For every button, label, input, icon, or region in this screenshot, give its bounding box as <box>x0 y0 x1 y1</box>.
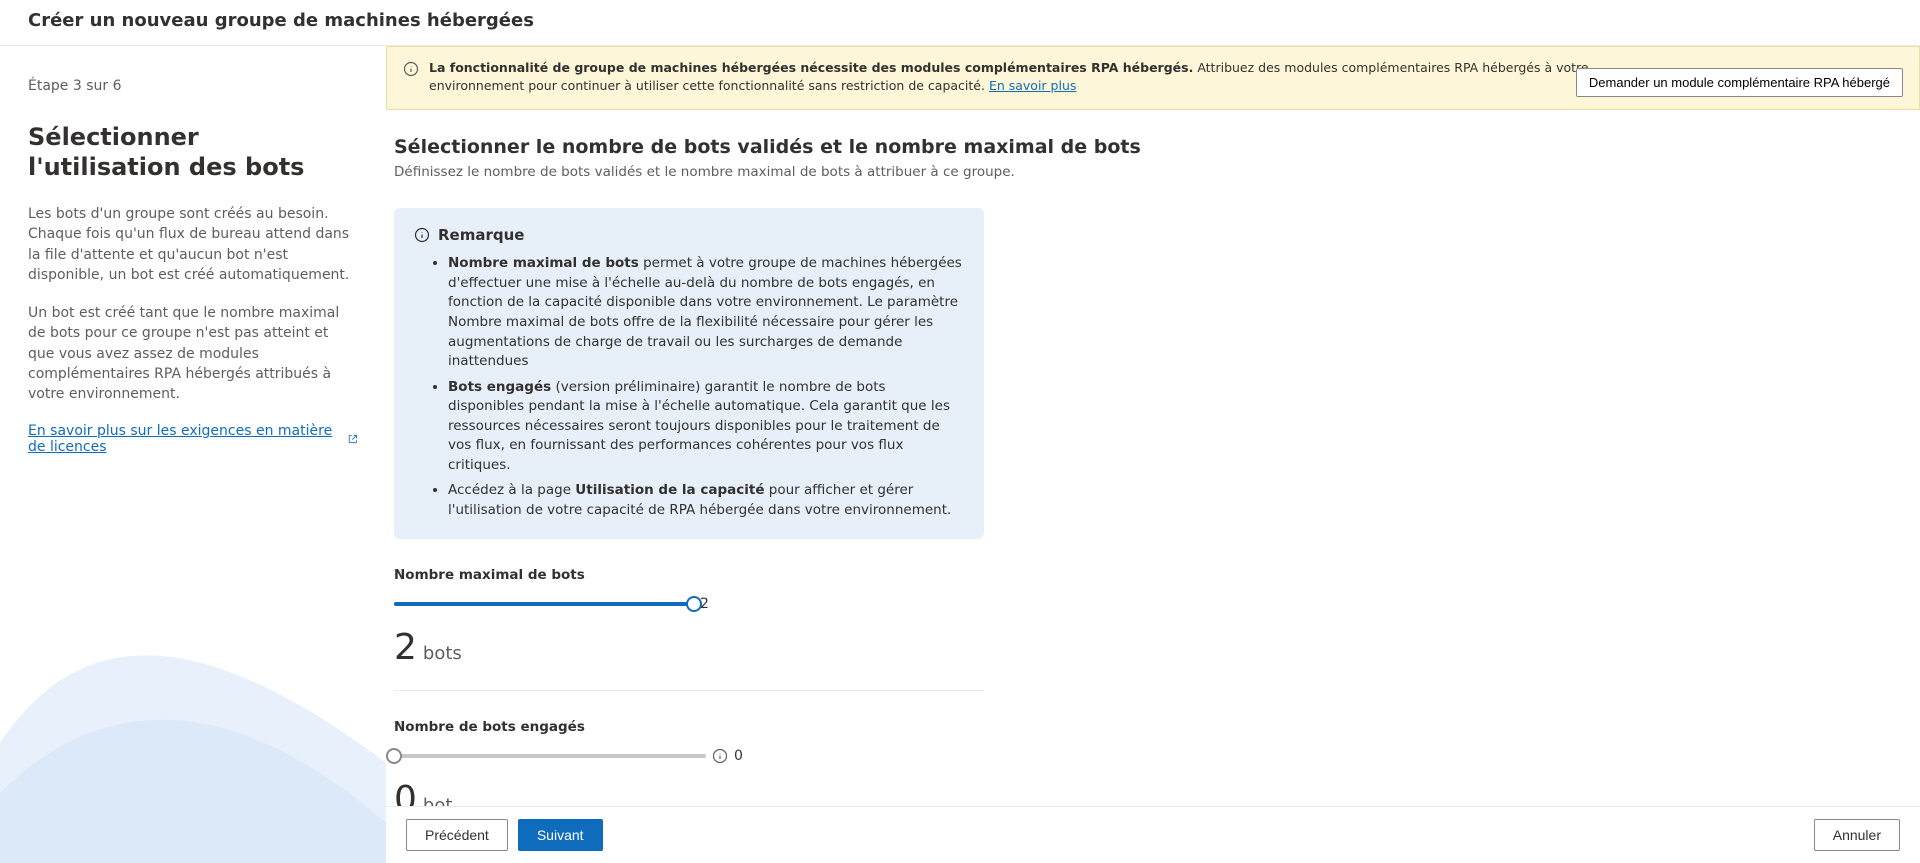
engaged-bots-label: Nombre de bots engagés <box>394 719 984 735</box>
field-max-bots: Nombre maximal de bots 2 2bots <box>394 567 984 668</box>
max-bots-slider[interactable] <box>394 595 694 613</box>
step-indicator: Étape 3 sur 6 <box>28 78 358 94</box>
separator <box>394 690 984 691</box>
info-icon <box>414 227 430 243</box>
max-bots-display: 2bots <box>394 627 984 668</box>
engaged-bots-slider[interactable] <box>394 747 706 765</box>
note-item-3: Accédez à la page Utilisation de la capa… <box>448 481 964 520</box>
warning-banner: La fonctionnalité de groupe de machines … <box>386 46 1920 110</box>
main-pane: La fonctionnalité de groupe de machines … <box>386 46 1920 863</box>
info-icon[interactable] <box>712 748 728 764</box>
sidebar: Étape 3 sur 6 Sélectionner l'utilisation… <box>0 46 386 863</box>
decorative-wave <box>0 563 386 863</box>
section-sub: Définissez le nombre de bots validés et … <box>394 164 1386 180</box>
request-addon-button[interactable]: Demander un module complémentaire RPA hé… <box>1576 68 1903 97</box>
next-button[interactable]: Suivant <box>518 819 603 851</box>
sidebar-paragraph-1: Les bots d'un groupe sont créés au besoi… <box>28 204 358 285</box>
page-title: Créer un nouveau groupe de machines hébe… <box>28 10 534 31</box>
page-title-bar: Créer un nouveau groupe de machines hébe… <box>0 0 1920 46</box>
sidebar-paragraph-2: Un bot est créé tant que le nombre maxim… <box>28 303 358 404</box>
footer-bar: Précédent Suivant Annuler <box>386 806 1920 863</box>
cancel-button[interactable]: Annuler <box>1814 819 1900 851</box>
engaged-bots-slider-value: 0 <box>734 748 743 764</box>
note-title: Remarque <box>438 226 524 244</box>
sidebar-title: Sélectionner l'utilisation des bots <box>28 122 358 182</box>
external-link-icon <box>348 433 358 445</box>
section-heading: Sélectionner le nombre de bots validés e… <box>394 136 1386 158</box>
banner-strong: La fonctionnalité de groupe de machines … <box>429 60 1193 75</box>
max-bots-label: Nombre maximal de bots <box>394 567 984 583</box>
banner-learn-more-link[interactable]: En savoir plus <box>989 78 1076 93</box>
sidebar-learn-more-label: En savoir plus sur les exigences en mati… <box>28 423 342 455</box>
info-icon <box>403 61 419 77</box>
note-item-1: Nombre maximal de bots permet à votre gr… <box>448 254 964 371</box>
note-box: Remarque Nombre maximal de bots permet à… <box>394 208 984 538</box>
previous-button[interactable]: Précédent <box>406 819 508 851</box>
field-engaged-bots: Nombre de bots engagés 0 <box>394 719 984 820</box>
sidebar-learn-more-link[interactable]: En savoir plus sur les exigences en mati… <box>28 423 358 455</box>
main-scroll[interactable]: Sélectionner le nombre de bots validés e… <box>386 110 1920 863</box>
note-item-2: Bots engagés (version préliminaire) gara… <box>448 378 964 476</box>
